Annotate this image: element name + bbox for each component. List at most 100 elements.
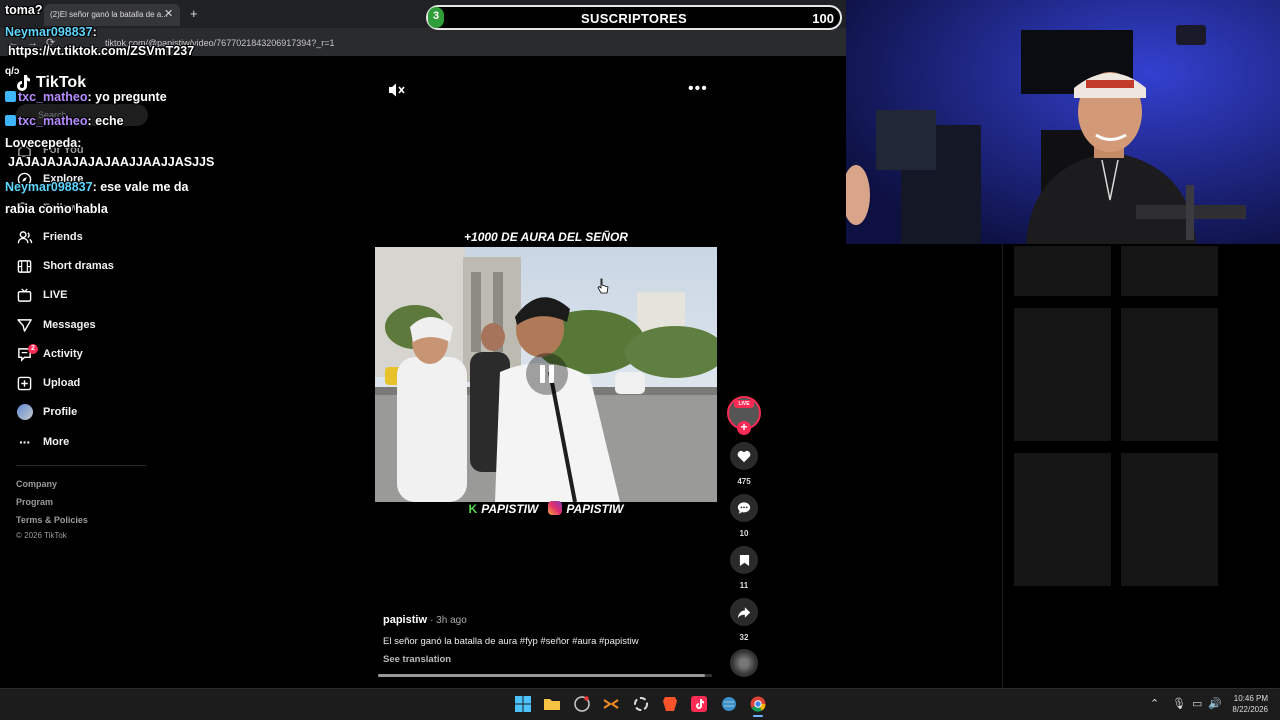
new-tab-icon[interactable]: + (190, 6, 198, 21)
post-time: · 3h ago (430, 615, 467, 626)
chat-line: rabia como habla (5, 202, 108, 216)
friends-icon (16, 229, 33, 246)
chat-line: JAJAJAJAJAJAJAAJJAAJJASJJS (8, 155, 215, 169)
heart-icon (737, 450, 751, 462)
streamer-webcam (846, 0, 1280, 244)
sidebar-item-upload[interactable]: Upload (16, 373, 80, 393)
save-button[interactable] (730, 546, 758, 574)
sidebar-item-live[interactable]: LIVE (16, 285, 67, 305)
chat-line: txc_matheo: yo pregunte (5, 90, 167, 104)
chat-username: Neymar098837 (5, 180, 93, 194)
instagram-logo-icon (548, 501, 563, 515)
avatar (16, 404, 33, 420)
video-description: El señor ganó la batalla de aura #fyp #s… (383, 636, 639, 647)
video-thumbnail-tile[interactable] (1014, 308, 1111, 441)
follow-button[interactable]: + (737, 421, 751, 435)
live-badge: LIVE (734, 400, 754, 408)
more-icon: ··· (19, 434, 31, 450)
system-clock[interactable]: 10:46 PM 8/22/2026 (1222, 693, 1268, 715)
app-icon-orange[interactable] (603, 696, 619, 712)
chat-line: q/ɔ (5, 66, 20, 77)
subscriber-goal-label: SUSCRIPTORES (581, 11, 687, 26)
like-action: 475 (730, 442, 758, 486)
video-thumbnail-tile[interactable] (1121, 308, 1218, 441)
sidebar-item-messages[interactable]: Messages (16, 315, 96, 335)
see-translation-link[interactable]: See translation (383, 654, 451, 665)
sidebar-item-label: Profile (43, 406, 78, 418)
footer-link-company[interactable]: Company (16, 479, 57, 489)
sidebar-divider (16, 465, 146, 466)
browser-tab[interactable]: (2)El señor ganó la batalla de a... (44, 4, 180, 26)
live-tv-icon (16, 287, 33, 304)
volume-icon[interactable]: 🔊 (1208, 697, 1222, 710)
video-author[interactable]: papistiw · 3h ago (383, 614, 467, 626)
video-thumbnail-tile[interactable] (1121, 246, 1218, 296)
chat-line: https://vt.tiktok.com/ZSVmT237 (8, 44, 195, 58)
author-username[interactable]: papistiw (383, 614, 427, 626)
active-app-indicator (753, 715, 763, 717)
webcam-image (846, 0, 1280, 244)
footer-link-terms[interactable]: Terms & Policies (16, 515, 88, 525)
more-options-icon[interactable]: ••• (688, 80, 708, 98)
brave-browser-icon[interactable] (662, 696, 678, 712)
footer-link-program[interactable]: Program (16, 497, 53, 507)
footer-copyright: © 2026 TikTok (16, 531, 67, 540)
watermark-instagram-handle: PAPISTIW (566, 502, 624, 516)
chat-badge-icon (5, 115, 16, 126)
chat-username: txc_matheo (18, 114, 88, 128)
sidebar-item-label: More (43, 436, 70, 448)
sidebar-item-friends[interactable]: Friends (16, 227, 83, 247)
windows-start-icon[interactable] (515, 696, 531, 712)
chat-line: txc_matheo: eche (5, 114, 124, 128)
activity-icon: 2 (16, 343, 38, 363)
share-button[interactable] (730, 598, 758, 626)
panel-divider (1002, 244, 1003, 688)
app-icon-ring[interactable] (633, 696, 649, 712)
chat-line: Lovecepeda: (5, 136, 82, 150)
sidebar-item-label: Short dramas (43, 260, 114, 272)
watermark-kick-handle: PAPISTIW (481, 501, 539, 516)
share-action: 32 (730, 598, 758, 642)
obs-icon[interactable] (574, 696, 590, 712)
comment-count: 10 (739, 529, 749, 538)
comment-icon (737, 502, 751, 514)
sidebar-item-label: Friends (43, 231, 83, 243)
share-arrow-icon (737, 606, 751, 618)
subscriber-goal-target: 100 (812, 11, 834, 26)
subscriber-goal-bar: 3 SUSCRIPTORES 100 (426, 5, 842, 30)
app-icon-globe[interactable] (721, 696, 737, 712)
video-caption-overlay: +1000 DE AURA DEL SEÑOR (464, 230, 628, 244)
mute-icon[interactable] (388, 82, 406, 103)
pause-button[interactable] (526, 353, 568, 395)
chat-username: Neymar098837 (5, 25, 93, 39)
video-thumbnail-tile[interactable] (1014, 246, 1111, 296)
tiktok-app-icon[interactable] (691, 696, 707, 712)
music-disc-icon[interactable] (730, 649, 758, 677)
like-button[interactable] (730, 442, 758, 470)
send-icon (16, 317, 33, 334)
sidebar-item-label: Activity (43, 348, 83, 360)
sidebar-item-activity[interactable]: 2 Activity (16, 343, 83, 364)
microphone-icon[interactable]: 🎙 (1172, 697, 1186, 710)
upload-icon (16, 375, 33, 392)
tray-overflow-icon[interactable]: ⌃ (1150, 697, 1159, 710)
chrome-icon[interactable] (750, 696, 766, 712)
chat-line: Neymar098837: (5, 25, 97, 39)
sidebar-item-short-dramas[interactable]: Short dramas (16, 256, 114, 276)
sidebar-item-profile[interactable]: Profile (16, 402, 77, 422)
video-thumbnail-tile[interactable] (1121, 453, 1218, 586)
video-thumbnail-tile[interactable] (1014, 453, 1111, 586)
clock-time: 10:46 PM (1233, 694, 1268, 703)
file-explorer-icon[interactable] (544, 696, 560, 712)
chat-badge-icon (5, 91, 16, 102)
sidebar-item-more[interactable]: ··· More (16, 432, 69, 452)
comment-action: 10 (730, 494, 758, 538)
tiktok-note-icon (17, 75, 30, 91)
chat-line: toma? (5, 3, 43, 17)
network-icon[interactable]: ▭ (1192, 697, 1202, 710)
close-tab-icon[interactable]: ✕ (164, 7, 173, 20)
like-count: 475 (737, 477, 751, 486)
comment-button[interactable] (730, 494, 758, 522)
chat-line: Neymar098837: ese vale me da (5, 180, 189, 194)
video-progress-bar[interactable] (378, 674, 712, 677)
